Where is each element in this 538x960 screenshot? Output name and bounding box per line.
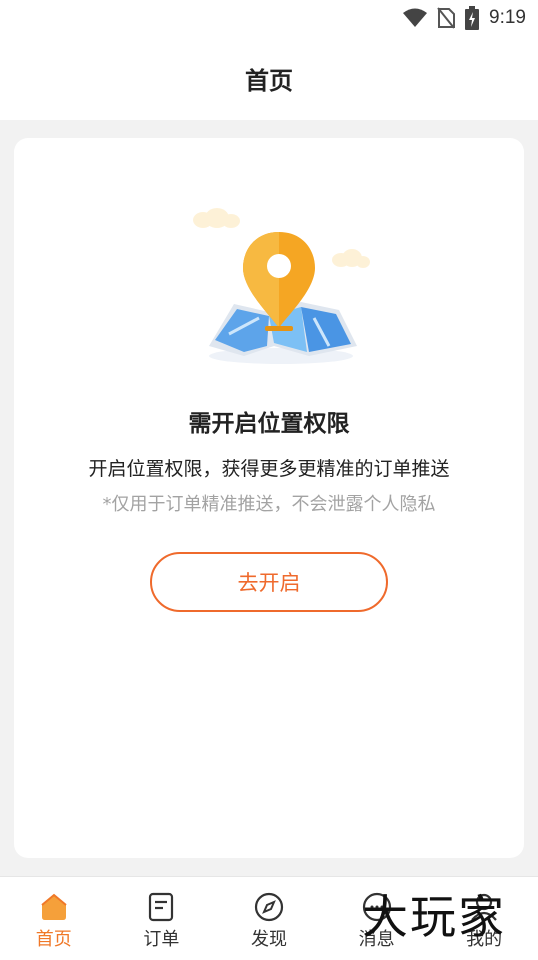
battery-charging-icon [465,6,480,30]
status-bar: 9:19 [0,0,538,36]
tab-label: 首页 [35,929,72,950]
page-title: 首页 [245,66,293,95]
tab-home[interactable]: 首页 [0,877,108,960]
location-map-icon [193,208,370,364]
tab-label: 发现 [250,929,287,950]
app-header: 首页 [0,36,538,120]
tab-discover[interactable]: 发现 [215,877,323,960]
no-sim-icon [437,7,456,29]
wifi-icon [403,8,428,27]
home-icon [41,893,67,920]
privacy-note: *仅用于订单精准推送，不会泄露个人隐私 [102,494,436,515]
permission-description: 开启位置权限，获得更多更精准的订单推送 [88,458,450,480]
tab-orders[interactable]: 订单 [108,877,216,960]
watermark: 大玩家 [362,890,506,944]
permission-card: 需开启位置权限 开启位置权限，获得更多更精准的订单推送 *仅用于订单精准推送，不… [14,138,524,858]
status-time: 9:19 [489,7,526,28]
permission-title: 需开启位置权限 [188,411,350,437]
compass-icon [254,892,284,922]
tab-label: 订单 [143,929,180,950]
enable-location-button[interactable]: 去开启 [150,552,388,612]
order-icon [149,892,174,922]
